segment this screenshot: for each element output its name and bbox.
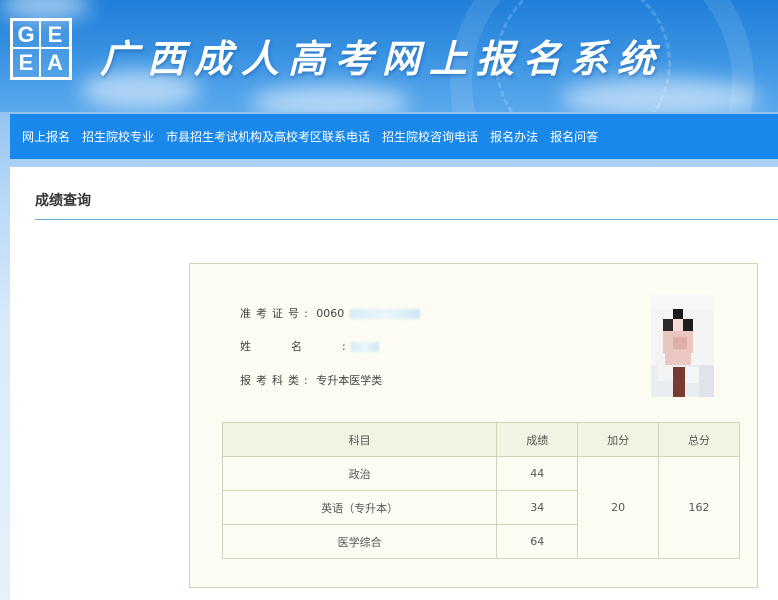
cloud-decoration [0, 0, 90, 20]
title-divider [35, 219, 778, 220]
logo-letter: E [13, 49, 41, 77]
subject-cell: 英语（专升本） [221, 490, 498, 525]
column-header-bonus: 加分 [577, 422, 660, 457]
score-result-panel: 准考证号: 0060 姓名: 报考科类: 专升本医学类 科目 成绩 加分 总分 … [189, 263, 758, 588]
main-nav: 网上报名 招生院校专业 市县招生考试机构及高校考区联系电话 招生院校咨询电话 报… [10, 114, 778, 159]
logo-letter: A [47, 50, 63, 75]
page-title: 成绩查询 [35, 193, 91, 209]
candidate-photo [651, 295, 714, 397]
subject-cell: 医学综合 [221, 524, 498, 559]
cloud-decoration [250, 85, 410, 112]
score-cell: 64 [496, 524, 579, 559]
nav-registration-faq[interactable]: 报名问答 [544, 128, 604, 145]
exam-number-value: 0060 [316, 307, 345, 320]
category-value: 专升本医学类 [316, 374, 383, 387]
subject-cell: 政治 [221, 456, 498, 491]
score-cell: 34 [496, 490, 579, 525]
nav-online-registration[interactable]: 网上报名 [10, 128, 76, 145]
site-header: G E E A 广西成人高考网上报名系统 [0, 0, 778, 112]
column-header-score: 成绩 [496, 422, 579, 457]
name-row: 姓名: [240, 338, 380, 354]
score-table: 科目 成绩 加分 总分 政治 44 20 162 英语（专升本） 34 医学综合… [221, 422, 740, 559]
total-cell: 162 [658, 456, 740, 559]
category-row: 报考科类: 专升本医学类 [240, 372, 382, 388]
name-colon: : [342, 340, 346, 353]
bonus-cell: 20 [577, 456, 660, 559]
column-header-subject: 科目 [221, 422, 498, 457]
main-content: 成绩查询 准考证号: 0060 姓名: 报考科类: 专升本医学类 科目 成绩 加… [10, 167, 778, 600]
site-title: 广西成人高考网上报名系统 [100, 36, 665, 81]
nav-institution-majors[interactable]: 招生院校专业 [76, 128, 160, 145]
nav-institution-hotlines[interactable]: 招生院校咨询电话 [376, 128, 484, 145]
nav-exam-office-contacts[interactable]: 市县招生考试机构及高校考区联系电话 [160, 128, 376, 145]
table-header-row: 科目 成绩 加分 总分 [221, 422, 740, 457]
geea-logo[interactable]: G E E A [10, 18, 72, 80]
nav-registration-method[interactable]: 报名办法 [484, 128, 544, 145]
table-row: 政治 44 20 162 [221, 456, 740, 559]
logo-letter: G [13, 21, 41, 49]
score-cell: 44 [496, 456, 579, 491]
exam-number-row: 准考证号: 0060 [240, 305, 420, 321]
name-label: 姓名 [240, 340, 342, 353]
column-header-total: 总分 [658, 422, 740, 457]
logo-letter: E [41, 21, 69, 49]
exam-number-label: 准考证号: [240, 307, 313, 320]
redacted-exam-number [349, 309, 420, 319]
redacted-name [351, 342, 380, 352]
category-label: 报考科类: [240, 374, 313, 387]
